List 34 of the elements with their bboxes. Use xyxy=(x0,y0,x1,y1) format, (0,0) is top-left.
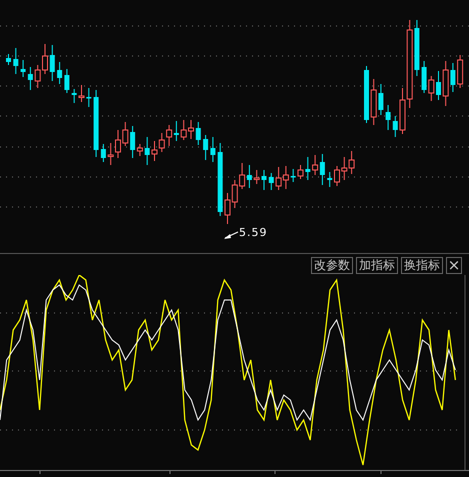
candlestick xyxy=(203,134,208,160)
candlestick xyxy=(298,164,304,180)
candlestick xyxy=(64,68,70,94)
candlestick xyxy=(196,122,201,146)
candlestick xyxy=(78,84,84,102)
candlestick xyxy=(144,136,150,166)
candlestick xyxy=(6,54,11,66)
candlestick xyxy=(57,62,62,84)
candlestick xyxy=(392,116,398,138)
close-button[interactable]: × xyxy=(446,257,462,274)
candlestick xyxy=(262,170,266,190)
candlestick xyxy=(290,168,296,182)
candlestick xyxy=(305,156,310,180)
candlestick xyxy=(254,170,260,184)
candlestick xyxy=(13,48,18,74)
candlestick xyxy=(436,70,441,100)
low-price-label: 5.59 xyxy=(239,226,268,239)
indicator-button[interactable]: 改参数 xyxy=(311,257,353,274)
candlestick xyxy=(86,88,92,108)
candlestick xyxy=(72,88,77,104)
candlestick xyxy=(268,172,274,190)
pointer-arrow-icon xyxy=(224,232,238,239)
candlestick xyxy=(364,66,369,124)
candlestick xyxy=(457,54,464,88)
candlestick xyxy=(327,172,332,188)
candlestick xyxy=(28,66,33,90)
indicator-button[interactable]: 加指标 xyxy=(356,257,398,274)
candlestick xyxy=(386,104,391,130)
candlestick xyxy=(100,144,106,162)
indicator-button[interactable]: 换指标 xyxy=(401,257,443,274)
candlestick xyxy=(50,44,55,82)
candlestick xyxy=(20,60,26,78)
candlestick xyxy=(210,136,216,162)
candlestick xyxy=(94,90,99,158)
